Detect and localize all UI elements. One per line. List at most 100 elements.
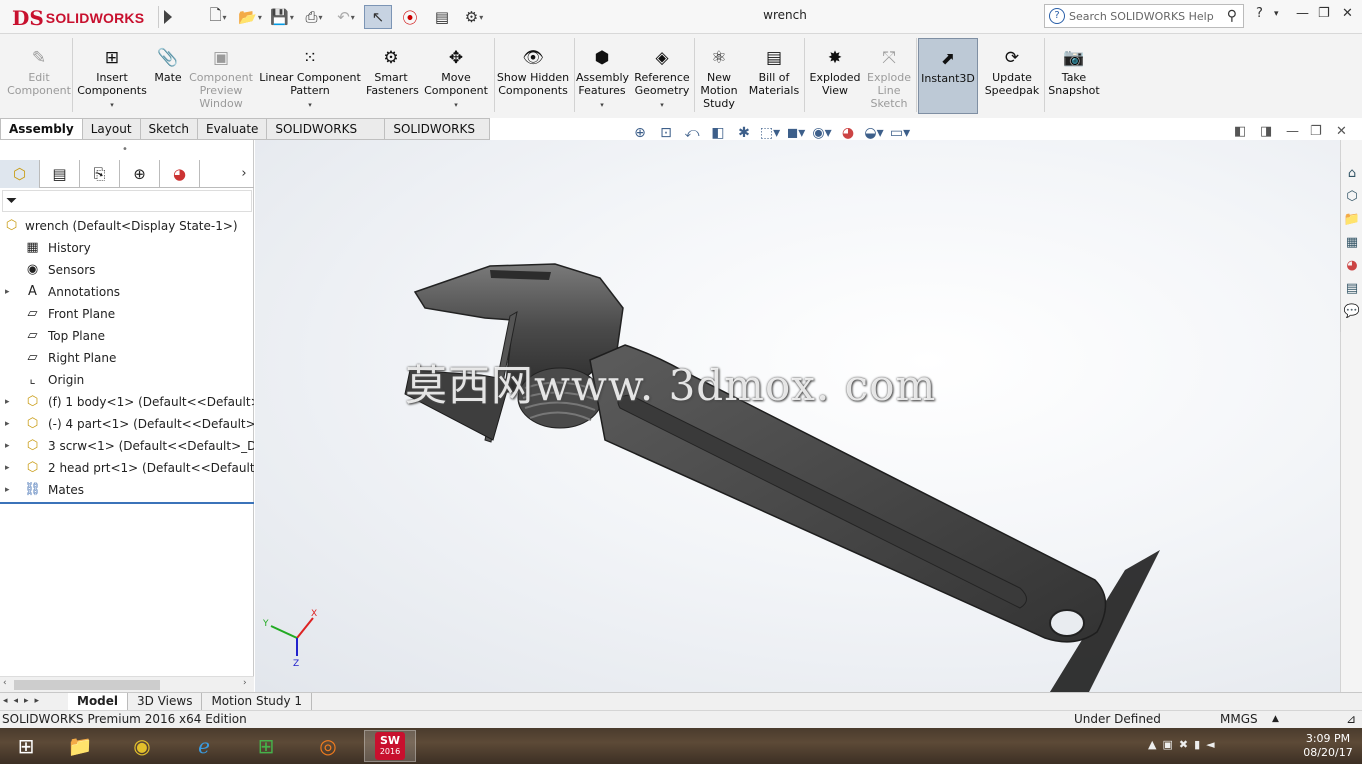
component-preview-window-button[interactable]: ▣ Component Preview Window [188,38,254,114]
minimize-icon[interactable]: — [1296,6,1309,26]
configuration-manager-tab-icon[interactable]: ⎘ [80,160,120,188]
reference-geometry-button[interactable]: ◈ Reference Geometry ▾ [632,38,692,114]
tree-root-node[interactable]: ⬡ wrench (Default<Display State-1>) [0,215,254,237]
tree-item[interactable]: ▸ ⬡ (f) 1 body<1> (Default<<Default>_Disp [0,391,254,413]
scroll-thumb[interactable] [14,680,160,690]
restore-icon[interactable]: ❐ [1318,6,1330,26]
design-library-icon[interactable]: ⬡ [1341,185,1362,208]
expand-arrow-icon[interactable]: ▸ [5,391,10,413]
insert-components-dropdown-icon[interactable]: ▾ [74,99,150,112]
save-icon[interactable]: 💾 ▾ [268,5,296,29]
forum-icon[interactable]: 💬 [1341,300,1362,323]
viewport-tile-left-icon[interactable]: ◧ [1234,124,1246,139]
panel-more-chevron-icon[interactable]: › [234,160,254,187]
view-orientation-icon[interactable]: ⬚▾ [758,122,782,144]
search-icon[interactable]: ⚲ [1227,8,1237,24]
new-document-icon[interactable]: 🗋 ▾ [204,5,232,29]
units-up-icon[interactable]: ▲ [1272,711,1279,728]
scroll-left-icon[interactable]: ‹ [3,678,7,688]
view-settings-icon[interactable]: ▭▾ [888,122,912,144]
appearances-icon[interactable]: ◕ [1341,254,1362,277]
insert-components-button[interactable]: ⊞ Insert Components ▾ [74,38,150,114]
apply-scene-icon[interactable]: ◒▾ [862,122,886,144]
tree-filter-icon[interactable]: ⏷ [2,190,252,212]
tree-item[interactable]: ⌞ Origin [0,369,254,391]
expand-arrow-icon[interactable]: ▸ [5,435,10,457]
update-speedpak-button[interactable]: ⟳ Update Speedpak [982,38,1042,114]
firefox-icon[interactable]: ◎ [302,730,354,762]
tree-item[interactable]: ▸ ⬡ (-) 4 part<1> (Default<<Default>_Disp [0,413,254,435]
tree-item[interactable]: ▦ History [0,237,254,259]
custom-properties-icon[interactable]: ▤ [1341,277,1362,300]
assembly-features-button[interactable]: ⬢ Assembly Features ▾ [576,38,629,114]
hide-show-items-icon[interactable]: ◉▾ [810,122,834,144]
tab-solidworks-mbd[interactable]: SOLIDWORKS MBD [385,118,490,157]
expand-arrow-icon[interactable]: ▸ [5,457,10,479]
tree-item[interactable]: ▸ ⬡ 2 head prt<1> (Default<<Default>_Dis [0,457,254,479]
panel-grip-icon[interactable]: • [122,144,128,155]
smart-fasteners-button[interactable]: ⚙ Smart Fasteners [366,38,419,114]
viewport-restore-icon[interactable]: ❐ [1310,124,1322,139]
store-icon[interactable]: ⊞ [240,730,292,762]
viewport-close-icon[interactable]: ✕ [1336,124,1347,139]
solidworks-taskbar-icon[interactable]: SW 2016 [364,730,416,762]
expand-arrow-icon[interactable]: ▸ [5,479,10,501]
zoom-to-fit-icon[interactable]: ⊕ [628,122,652,144]
select-arrow-icon[interactable]: ↖ [364,5,392,29]
move-component-dropdown-icon[interactable]: ▾ [420,99,492,112]
viewport-tile-right-icon[interactable]: ◨ [1260,124,1272,139]
expand-arrow-icon[interactable]: ▸ [5,281,10,303]
menu-expand-arrow-icon[interactable] [158,6,176,28]
tab-evaluate[interactable]: Evaluate [197,118,268,140]
bill-of-materials-button[interactable]: ▤ Bill of Materials [746,38,802,114]
tree-item[interactable]: ▱ Right Plane [0,347,254,369]
view-palette-icon[interactable]: ▦ [1341,231,1362,254]
system-tray-icons[interactable]: ▲▣✖▮◄ [1148,738,1221,751]
bottom-tab-3d-views[interactable]: 3D Views [128,693,203,711]
tab-solidworks-add-ins[interactable]: SOLIDWORKS Add-Ins [267,118,386,157]
search-input[interactable]: Search SOLIDWORKS Help [1069,10,1214,23]
display-manager-tab-icon[interactable]: ◕ [160,160,200,188]
file-explorer-taskbar-icon[interactable]: 📁 [54,730,106,762]
tab-assembly[interactable]: Assembly [0,118,83,140]
tab-sketch[interactable]: Sketch [140,118,198,140]
zoom-to-area-icon[interactable]: ⊡ [654,122,678,144]
linear-component-pattern-button[interactable]: ⁙ Linear Component Pattern ▾ [256,38,364,114]
file-properties-icon[interactable]: ▤ [428,5,456,29]
tree-item[interactable]: ▸ A Annotations [0,281,254,303]
linear-component-pattern-dropdown-icon[interactable]: ▾ [256,99,364,112]
open-folder-icon[interactable]: 📂 ▾ [236,5,264,29]
tree-item[interactable]: ▸ ⬡ 3 scrw<1> (Default<<Default>_Display [0,435,254,457]
expand-arrow-icon[interactable]: ▸ [5,413,10,435]
show-hidden-components-button[interactable]: 👁 Show Hidden Components [496,38,570,114]
file-explorer-icon[interactable]: 📁 [1341,208,1362,231]
exploded-view-button[interactable]: ✸ Exploded View [806,38,864,114]
undo-icon[interactable]: ↶ ▾ [332,5,360,29]
edit-component-button[interactable]: ✎ Edit Component [4,38,74,114]
tree-horizontal-scrollbar[interactable]: ‹ › [0,676,254,692]
internet-explorer-icon[interactable]: ℯ [178,730,230,762]
bottom-tab-motion-study-1[interactable]: Motion Study 1 [202,693,313,711]
windows-start-icon[interactable]: ⊞ [0,730,52,762]
dynamic-annotation-icon[interactable]: ✱ [732,122,756,144]
tree-item[interactable]: ◉ Sensors [0,259,254,281]
tab-layout[interactable]: Layout [82,118,141,140]
tree-item[interactable]: ▱ Front Plane [0,303,254,325]
rebuild-traffic-light-icon[interactable]: ⦿ [396,5,424,29]
wrench-model[interactable]: X Y Z [255,140,1340,692]
unit-system-selector[interactable]: MMGS [1220,711,1258,728]
close-icon[interactable]: ✕ [1342,6,1353,26]
tree-item[interactable]: ▸ ⛓ Mates [0,479,254,501]
display-style-icon[interactable]: ◼▾ [784,122,808,144]
chrome-icon[interactable]: ◉ [116,730,168,762]
graphics-area[interactable]: X Y Z 莫西网www. 3dmox. com [255,140,1340,692]
scroll-right-icon[interactable]: › [243,678,247,688]
edit-appearance-icon[interactable]: ◕ [836,122,860,144]
solidworks-resources-icon[interactable]: ⌂ [1341,162,1362,185]
options-gear-icon[interactable]: ⚙ ▾ [460,5,488,29]
print-icon[interactable]: ⎙ ▾ [300,5,328,29]
assembly-features-dropdown-icon[interactable]: ▾ [576,99,628,112]
tab-navigation-arrows-icon[interactable]: ◂◂▸▸ [0,693,68,710]
taskbar-clock[interactable]: 3:09 PM 08/20/17 [1298,732,1358,760]
section-view-icon[interactable]: ◧ [706,122,730,144]
